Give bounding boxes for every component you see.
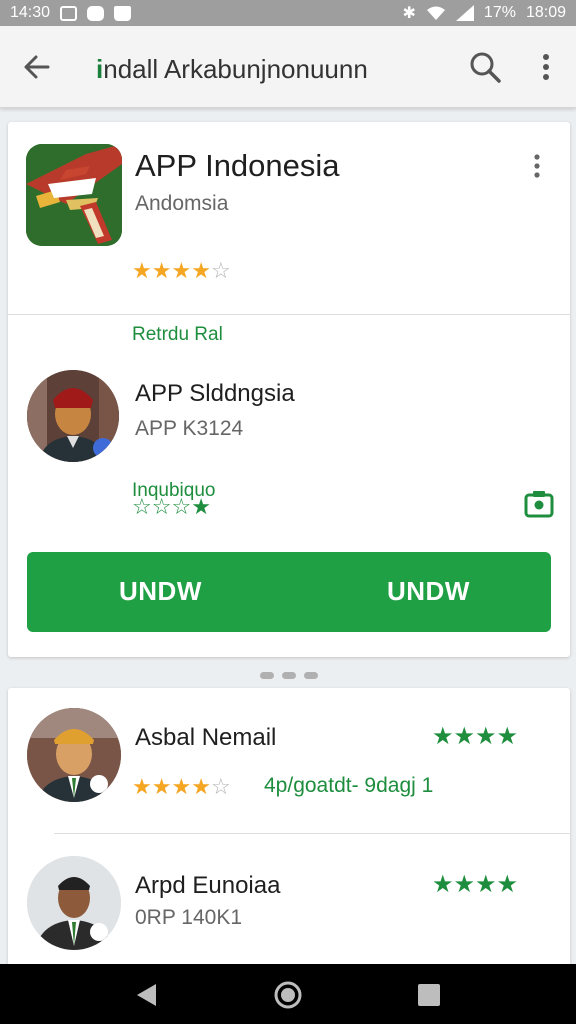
- person-name: APP Slddngsia: [135, 380, 295, 407]
- star-filled-icon: ★: [171, 774, 192, 799]
- person-subtitle: APP K3124: [135, 417, 244, 440]
- page-title-rest: ndall Arkabunjnonuunn: [103, 54, 368, 84]
- star-filled-icon: ★: [432, 723, 454, 750]
- wifi-icon: [426, 6, 445, 20]
- media-notification-icon: [87, 5, 105, 21]
- star-filled-icon: ★: [151, 258, 172, 283]
- star-filled-icon: ★: [191, 774, 211, 799]
- install-button-label-right: UNDW: [387, 576, 470, 606]
- card-divider: [8, 314, 570, 315]
- nav-recent-apps-icon[interactable]: [418, 984, 440, 1006]
- star-filled-icon: ★: [496, 723, 519, 750]
- avatar: [27, 370, 119, 462]
- review-meta: 4p/goatdt- 9dagj 1: [264, 774, 434, 797]
- review-subtitle: 0RP 140K1: [135, 906, 243, 929]
- gallery-notification-icon: [60, 5, 78, 21]
- star-empty-icon: ☆: [210, 258, 231, 283]
- install-button[interactable]: UNDW UNDW: [27, 552, 551, 632]
- star-empty-icon: ☆: [151, 494, 172, 519]
- review-name: Asbal Nemail: [135, 724, 277, 751]
- back-arrow-icon[interactable]: [20, 50, 54, 84]
- list-divider: [54, 833, 570, 834]
- section-rating-stars: ☆☆☆★: [132, 494, 211, 520]
- star-filled-icon: ★: [191, 258, 211, 283]
- search-icon[interactable]: [468, 50, 502, 84]
- camera-icon[interactable]: [524, 490, 554, 518]
- app-name: APP Indonesia: [135, 148, 340, 183]
- avatar: [27, 856, 121, 950]
- app-developer: Andomsia: [135, 192, 229, 215]
- status-bar: 14:30 ✱ 17% 18:09: [0, 0, 576, 26]
- star-filled-icon: ★: [191, 494, 211, 519]
- review-score-stars: ★★★★: [432, 722, 518, 751]
- status-time-left: 14:30: [10, 4, 51, 21]
- review-rating-stars: ★★★★☆: [132, 774, 231, 800]
- status-right: ✱ 17% 18:09: [403, 3, 566, 23]
- page-title: indall Arkabunjnonuunn: [96, 54, 368, 85]
- star-empty-icon: ☆: [210, 774, 231, 799]
- more-vert-icon[interactable]: [532, 52, 560, 82]
- reviews-card: Asbal Nemail ★★★★☆ 4p/goatdt- 9dagj 1 ★★…: [8, 688, 570, 978]
- star-filled-icon: ★: [475, 871, 497, 898]
- card-menu-icon[interactable]: [528, 152, 546, 180]
- signal-icon: [455, 5, 474, 21]
- star-filled-icon: ★: [453, 871, 476, 898]
- app-logo-icon[interactable]: [26, 144, 122, 246]
- star-filled-icon: ★: [432, 871, 454, 898]
- app-rating-stars: ★★★★☆: [132, 258, 231, 284]
- status-left: 14:30: [10, 4, 132, 22]
- page-indicator: [260, 672, 318, 679]
- avatar: [27, 708, 121, 802]
- star-empty-icon: ☆: [132, 494, 152, 519]
- star-empty-icon: ☆: [171, 494, 192, 519]
- shop-notification-icon: [114, 5, 132, 21]
- star-filled-icon: ★: [171, 258, 192, 283]
- star-filled-icon: ★: [132, 258, 152, 283]
- bluetooth-icon: ✱: [402, 5, 416, 22]
- nav-home-icon[interactable]: [273, 980, 303, 1010]
- nav-back-icon[interactable]: [134, 982, 160, 1008]
- star-filled-icon: ★: [453, 723, 476, 750]
- section-label: Retrdu Ral: [132, 324, 223, 345]
- featured-app-card: APP Indonesia Andomsia ★★★★☆ Retrdu Ral …: [8, 122, 570, 657]
- review-name: Arpd Eunoiaa: [135, 872, 281, 899]
- star-filled-icon: ★: [151, 774, 172, 799]
- review-score-stars: ★★★★: [432, 870, 518, 899]
- battery-level: 17%: [483, 4, 516, 21]
- star-filled-icon: ★: [132, 774, 152, 799]
- install-button-label-left: UNDW: [119, 576, 202, 606]
- app-bar: indall Arkabunjnonuunn: [0, 26, 576, 108]
- status-time-right: 18:09: [525, 4, 566, 21]
- star-filled-icon: ★: [496, 871, 519, 898]
- system-nav-bar: [0, 964, 576, 1024]
- star-filled-icon: ★: [475, 723, 497, 750]
